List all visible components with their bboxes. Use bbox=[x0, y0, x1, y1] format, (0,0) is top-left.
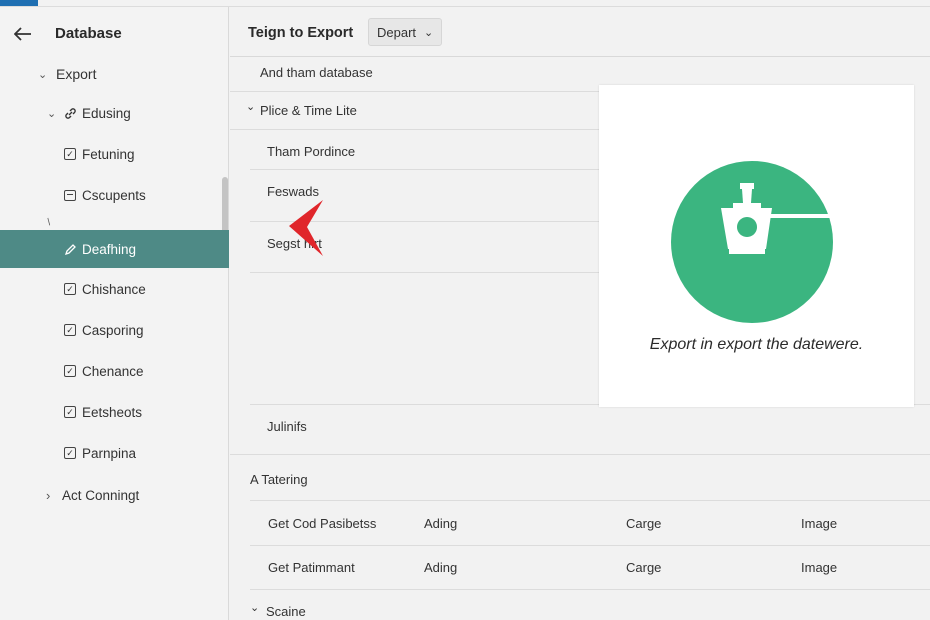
sidebar-item-chenance[interactable]: ✓ Chenance bbox=[0, 353, 229, 389]
sidebar-item-eetsheots[interactable]: ✓ Eetsheots bbox=[0, 394, 229, 430]
chevron-down-icon: ⌄ bbox=[250, 602, 260, 614]
row-label: Plice & Time Lite bbox=[260, 103, 357, 118]
chevron-down-icon: ⌄ bbox=[38, 68, 48, 81]
document-icon bbox=[63, 188, 77, 202]
list-item[interactable]: Julinifs bbox=[230, 417, 930, 447]
sidebar-item-label: Eetsheots bbox=[82, 404, 143, 420]
page-title: Teign to Export bbox=[248, 25, 354, 41]
table-cell: Ading bbox=[424, 560, 458, 575]
sidebar-item-label: Chenance bbox=[82, 363, 144, 379]
divider bbox=[250, 272, 600, 273]
section-label: A Tatering bbox=[250, 472, 308, 487]
divider bbox=[230, 454, 930, 455]
chevron-down-icon: ⌄ bbox=[246, 101, 256, 113]
sidebar-item-label: Export bbox=[56, 66, 97, 82]
sidebar-item-casporing[interactable]: ✓ Casporing bbox=[0, 312, 229, 348]
table-row[interactable]: Get Patimmant Ading Carge Image bbox=[230, 559, 930, 589]
sidebar-item-label: Act Conningt bbox=[62, 487, 140, 503]
link-icon bbox=[63, 106, 77, 120]
sidebar-item-label: Casporing bbox=[82, 322, 144, 338]
back-arrow-icon[interactable] bbox=[12, 23, 34, 45]
dropdown-value: Depart bbox=[377, 24, 417, 40]
divider bbox=[230, 129, 600, 130]
section-header[interactable]: A Tatering bbox=[230, 471, 930, 501]
checkbox-icon: ✓ bbox=[63, 446, 77, 460]
sidebar-item-edusing[interactable]: ⌄ Edusing bbox=[0, 95, 229, 131]
sidebar-title: Database bbox=[55, 25, 122, 42]
chevron-down-icon: ⌄ bbox=[424, 26, 434, 39]
depart-dropdown[interactable]: Depart ⌄ bbox=[368, 18, 443, 46]
sidebar-item-chishance[interactable]: ✓ Chishance bbox=[0, 271, 229, 307]
checkbox-icon: ✓ bbox=[63, 364, 77, 378]
table-cell: Get Patimmant bbox=[268, 560, 355, 575]
sidebar-scrollbar[interactable] bbox=[222, 177, 228, 237]
sidebar-item-label: Edusing bbox=[82, 105, 131, 121]
sidebar-item-deafhing[interactable]: Deafhing bbox=[0, 230, 229, 268]
table-cell: Ading bbox=[424, 516, 458, 531]
checkbox-icon: ✓ bbox=[63, 323, 77, 337]
table-cell: Image bbox=[801, 516, 838, 531]
table-cell: Get Cod Pasibetss bbox=[268, 516, 377, 531]
chevron-right-icon: › bbox=[46, 487, 51, 503]
sidebar-item-act-conningt[interactable]: › Act Conningt bbox=[0, 477, 229, 513]
sidebar-item-fetuning[interactable]: ✓ Fetuning bbox=[0, 136, 229, 172]
table-cell: Image bbox=[801, 560, 838, 575]
divider bbox=[250, 169, 600, 170]
sidebar-item-parnpina[interactable]: ✓ Parnpina bbox=[0, 435, 229, 471]
table-row[interactable]: Get Cod Pasibetss Ading Carge Image bbox=[230, 515, 930, 545]
sidebar-item-label: Chishance bbox=[82, 281, 146, 297]
sidebar-item-label: Fetuning bbox=[82, 146, 135, 162]
list-item-group[interactable]: ⌄ Scaine bbox=[230, 602, 930, 620]
divider bbox=[250, 500, 930, 501]
checkbox-icon: ✓ bbox=[63, 405, 77, 419]
row-label: Julinifs bbox=[267, 419, 307, 434]
sidebar: Database ⌄ Export ⌄ Edusing ✓ Fetuning C… bbox=[0, 7, 229, 620]
row-label: Scaine bbox=[266, 604, 306, 619]
chevron-down-icon: ⌄ bbox=[47, 107, 57, 120]
pencil-icon bbox=[63, 242, 77, 256]
export-tool-icon bbox=[721, 183, 831, 254]
sidebar-item-label: Cscupents bbox=[82, 187, 146, 203]
sidebar-item-export[interactable]: ⌄ Export bbox=[0, 56, 229, 92]
divider bbox=[250, 545, 930, 546]
divider bbox=[250, 589, 930, 590]
sidebar-item-cscupents[interactable]: Cscupents bbox=[0, 177, 229, 213]
sidebar-item-label: Deafhing bbox=[82, 241, 137, 257]
export-preview-card: Export in export the datewere. bbox=[599, 85, 914, 407]
checkbox-icon: ✓ bbox=[63, 282, 77, 296]
row-label: Tham Pordince bbox=[267, 144, 356, 159]
preview-icon-circle bbox=[671, 161, 833, 323]
tree-connector-mark: / bbox=[45, 217, 54, 228]
preview-caption: Export in export the datewere. bbox=[649, 336, 864, 353]
divider bbox=[230, 91, 600, 92]
main-header: Teign to Export Depart ⌄ bbox=[230, 7, 930, 57]
table-cell: Carge bbox=[626, 516, 662, 531]
row-label: And tham database bbox=[260, 65, 373, 80]
checkbox-icon: ✓ bbox=[63, 147, 77, 161]
pointer-arrow-icon bbox=[289, 200, 323, 256]
sidebar-header: Database bbox=[0, 19, 229, 49]
table-cell: Carge bbox=[626, 560, 662, 575]
sidebar-item-label: Parnpina bbox=[82, 445, 137, 461]
